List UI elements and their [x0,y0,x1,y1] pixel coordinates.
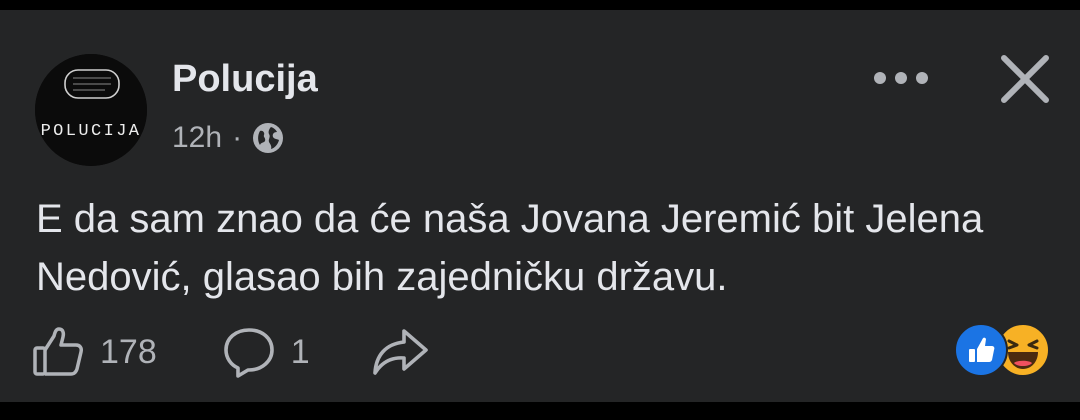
comment-button[interactable]: 1 [221,324,310,380]
thumbs-up-icon [33,327,83,376]
like-button[interactable]: 178 [30,324,157,380]
post-card: POLUCIJA Polucija 12h · E da sam znao da… [0,10,1080,402]
author-name[interactable]: Polucija [172,54,318,104]
reaction-summary[interactable] [954,323,1054,377]
action-bar: 178 1 [30,322,430,382]
post-meta: 12h · [172,118,284,158]
share-icon [372,329,428,375]
comment-icon [223,328,274,378]
like-reaction-icon [954,323,1008,377]
close-icon [1001,55,1049,103]
author-avatar[interactable]: POLUCIJA [35,54,147,166]
comment-count: 1 [290,332,310,371]
avatar-logo-text: POLUCIJA [41,122,142,141]
post-time[interactable]: 12h [172,121,222,155]
globe-icon[interactable] [252,122,284,154]
like-count: 178 [100,332,157,371]
more-dots-icon [874,72,928,84]
more-options-button[interactable] [868,58,934,98]
post-text: E da sam znao da će naša Jovana Jeremić … [36,197,984,299]
meta-separator: · [232,121,243,154]
share-button[interactable] [370,326,430,378]
close-button[interactable] [990,44,1060,114]
